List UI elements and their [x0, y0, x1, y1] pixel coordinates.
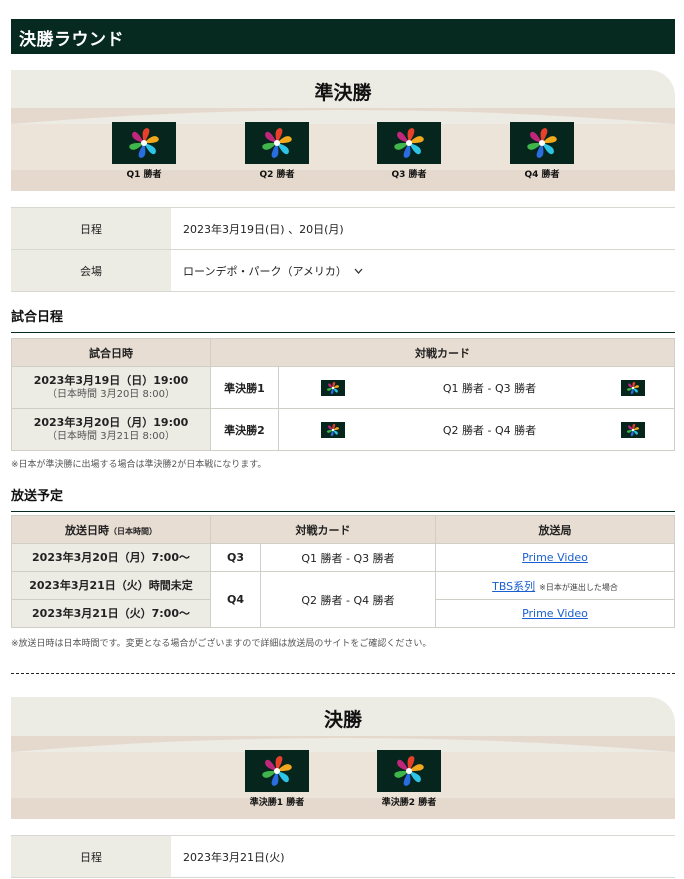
venue-value: ローンデポ・パーク（アメリカ） [183, 264, 347, 278]
game-jp-time: （日本時間 3月21日 8:00） [47, 430, 175, 442]
prime-video-link[interactable]: Prime Video [522, 607, 588, 620]
game-matchup: Q2 勝者 - Q4 勝者 [386, 408, 593, 451]
game-schedule-note: ※日本が準決勝に出場する場合は準決勝2が日本戦になります。 [11, 460, 267, 470]
game-date: 2023年3月20日（月）19:00 [33, 415, 189, 429]
wbc-pinwheel-logo-icon [394, 128, 424, 158]
table-header-row: 放送日時（日本時間） 対戦カード 放送局 [11, 515, 675, 544]
tbs-link[interactable]: TBS系列 [492, 580, 535, 593]
col-broadcast-matchup: 対戦カード [210, 515, 436, 544]
home-logo-cell [278, 408, 387, 451]
team-slot-q4: Q4 勝者 [497, 122, 587, 180]
game-schedule-heading: 試合日程 [11, 306, 675, 333]
table-header-row: 試合日時 対戦カード [11, 338, 675, 367]
away-logo-cell [592, 366, 675, 409]
col-broadcast-datetime: 放送日時（日本時間） [11, 515, 211, 544]
broadcast-station-cell: Prime Video [435, 599, 675, 628]
venue-toggle[interactable]: ローンデポ・パーク（アメリカ） [171, 249, 675, 292]
wbc-pinwheel-logo-icon [527, 128, 557, 158]
table-row: 2023年3月19日（日）19:00 （日本時間 3月20日 8:00） 準決勝… [11, 366, 675, 409]
broadcast-datetime: 2023年3月20日（月）7:00〜 [11, 543, 211, 572]
bracket-decoration [11, 736, 675, 819]
final-title: 決勝 [323, 709, 362, 731]
team-slot-semi1: 準決勝1 勝者 [232, 750, 322, 808]
team-label: Q1 勝者 [126, 170, 162, 180]
broadcast-note: ※放送日時は日本時間です。変更となる場合がございますので詳細は放送局のサイトをご… [11, 639, 432, 649]
col-matchup: 対戦カード [210, 338, 675, 367]
table-row: 2023年3月21日（火）時間未定 Q4 Q2 勝者 - Q4 勝者 TBS系列… [11, 571, 675, 628]
wbc-pinwheel-logo-icon [326, 423, 339, 436]
schedule-row: 日程 2023年3月19日(日) 、20日(月) [11, 207, 675, 250]
final-info-table: 日程 2023年3月21日(火) [11, 835, 675, 878]
broadcast-round: Q4 [210, 571, 261, 628]
station-note: ※日本が進出した場合 [539, 582, 618, 592]
game-date: 2023年3月19日（日）19:00 [33, 373, 189, 387]
broadcast-station-cell: TBS系列 ※日本が進出した場合 [435, 571, 675, 600]
broadcast-station-cell: Prime Video [435, 543, 675, 572]
home-logo-cell [278, 366, 387, 409]
team-slot-semi2: 準決勝2 勝者 [364, 750, 454, 808]
team-label: Q2 勝者 [259, 170, 295, 180]
wbc-pinwheel-logo-icon [627, 381, 640, 394]
schedule-value: 2023年3月21日(火) [171, 835, 675, 878]
col-broadcast-datetime-sub: （日本時間） [109, 526, 157, 536]
game-jp-time: （日本時間 3月20日 8:00） [47, 388, 175, 400]
semifinal-bracket: 準決勝 Q1 勝者 Q2 勝者 Q3 勝者 Q4 勝者 [11, 70, 675, 191]
prime-video-link[interactable]: Prime Video [522, 551, 588, 564]
game-datetime: 2023年3月20日（月）19:00 （日本時間 3月21日 8:00） [11, 408, 211, 451]
wbc-pinwheel-logo-icon [394, 756, 424, 786]
game-datetime: 2023年3月19日（日）19:00 （日本時間 3月20日 8:00） [11, 366, 211, 409]
col-broadcast-datetime-label: 放送日時 [65, 523, 109, 537]
team-label: 準決勝1 勝者 [249, 798, 305, 808]
table-row: 2023年3月20日（月）7:00〜 Q3 Q1 勝者 - Q3 勝者 Prim… [11, 543, 675, 572]
broadcast-datetime: 2023年3月21日（火）時間未定 [11, 571, 211, 600]
team-label: 準決勝2 勝者 [381, 798, 437, 808]
wbc-pinwheel-logo-icon [262, 128, 292, 158]
game-matchup: Q1 勝者 - Q3 勝者 [386, 366, 593, 409]
final-bracket: 決勝 準決勝1 勝者 準決勝2 勝者 [11, 697, 675, 819]
team-slot-q1: Q1 勝者 [99, 122, 189, 180]
game-round: 準決勝1 [210, 366, 279, 409]
venue-row: 会場 ローンデポ・パーク（アメリカ） [11, 249, 675, 292]
team-label: Q3 勝者 [391, 170, 427, 180]
broadcast-round: Q3 [210, 543, 261, 572]
schedule-row: 日程 2023年3月21日(火) [11, 835, 675, 878]
col-broadcast-station: 放送局 [435, 515, 675, 544]
game-schedule-table: 試合日時 対戦カード 2023年3月19日（日）19:00 （日本時間 3月20… [11, 338, 675, 451]
schedule-label: 日程 [11, 207, 171, 250]
venue-label: 会場 [11, 249, 171, 292]
schedule-value: 2023年3月19日(日) 、20日(月) [171, 207, 675, 250]
wbc-pinwheel-logo-icon [262, 756, 292, 786]
wbc-pinwheel-logo-icon [326, 381, 339, 394]
col-datetime: 試合日時 [11, 338, 211, 367]
wbc-pinwheel-logo-icon [129, 128, 159, 158]
section-title: 決勝ラウンド [11, 19, 675, 54]
schedule-label: 日程 [11, 835, 171, 878]
team-slot-q2: Q2 勝者 [232, 122, 322, 180]
team-label: Q4 勝者 [524, 170, 560, 180]
broadcast-datetime: 2023年3月21日（火）7:00〜 [11, 599, 211, 628]
game-round: 準決勝2 [210, 408, 279, 451]
wbc-pinwheel-logo-icon [627, 423, 640, 436]
away-logo-cell [592, 408, 675, 451]
semifinal-info-table: 日程 2023年3月19日(日) 、20日(月) 会場 ローンデポ・パーク（アメ… [11, 207, 675, 292]
table-row: 2023年3月20日（月）19:00 （日本時間 3月21日 8:00） 準決勝… [11, 408, 675, 451]
team-slot-q3: Q3 勝者 [364, 122, 454, 180]
broadcast-matchup: Q2 勝者 - Q4 勝者 [260, 571, 436, 628]
broadcast-heading: 放送予定 [11, 485, 675, 512]
chevron-down-icon[interactable] [354, 267, 363, 278]
section-divider [11, 673, 675, 674]
broadcast-table: 放送日時（日本時間） 対戦カード 放送局 2023年3月20日（月）7:00〜 … [11, 515, 675, 628]
semifinal-title: 準決勝 [314, 82, 372, 104]
broadcast-matchup: Q1 勝者 - Q3 勝者 [260, 543, 436, 572]
